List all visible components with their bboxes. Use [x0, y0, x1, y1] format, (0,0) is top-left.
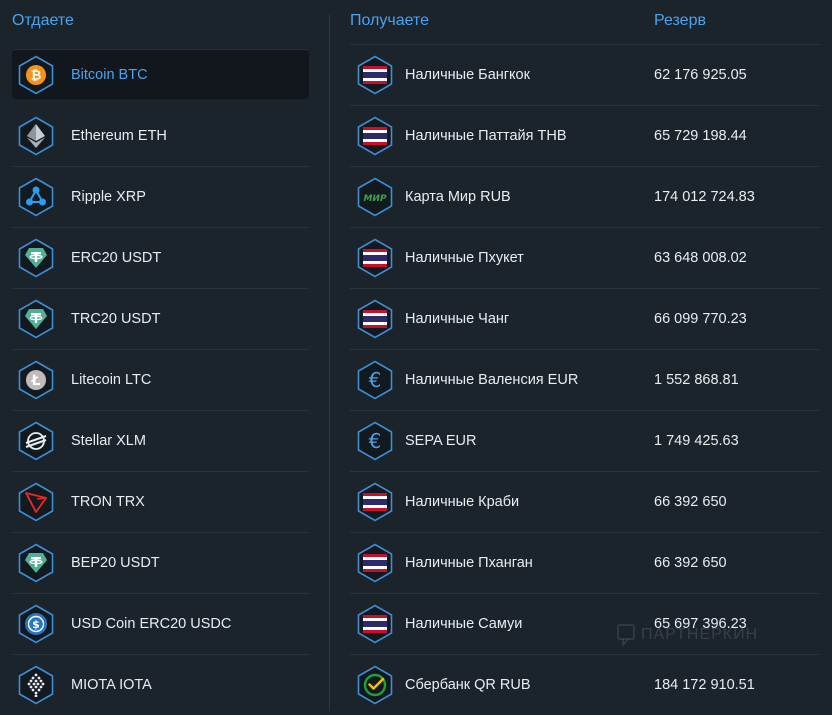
get-row[interactable]: € SEPA EUR 1 749 425.63 — [350, 410, 820, 471]
reserve-amount: 1 749 425.63 — [654, 433, 739, 449]
tether-icon — [16, 543, 56, 583]
give-row[interactable]: Ripple XRP — [12, 166, 309, 227]
bitcoin-icon: ₿ — [16, 55, 56, 95]
svg-text:₿: ₿ — [31, 68, 42, 83]
svg-text:€: € — [369, 369, 382, 391]
give-column: Отдаете ₿ Bitcoin BTC Ethereum ETH Ripple X… — [12, 0, 309, 715]
get-row[interactable]: МИР Карта Мир RUB 174 012 724.83 — [350, 166, 820, 227]
reserve-amount: 65 697 396.23 — [654, 616, 747, 632]
get-item-label: Наличные Пханган — [405, 555, 533, 571]
euro-icon: € — [355, 421, 395, 461]
give-item-label: Litecoin LTC — [71, 372, 152, 388]
give-row[interactable]: BEP20 USDT — [12, 532, 309, 593]
reserve-amount: 65 729 198.44 — [654, 128, 747, 144]
sberbank-icon — [355, 665, 395, 705]
give-item-label: MIOTA IOTA — [71, 677, 152, 693]
give-row[interactable]: $ USD Coin ERC20 USDC — [12, 593, 309, 654]
get-item-label: Сбербанк QR RUB — [405, 677, 531, 693]
get-item-label: Наличные Чанг — [405, 311, 510, 327]
iota-icon — [16, 665, 56, 705]
litecoin-icon: Ł — [16, 360, 56, 400]
tether-icon — [16, 299, 56, 339]
tron-icon — [16, 482, 56, 522]
get-item-label: Наличные Бангкок — [405, 67, 530, 83]
give-row[interactable]: Ethereum ETH — [12, 105, 309, 166]
give-item-label: TRON TRX — [71, 494, 145, 510]
get-header: Получаете — [350, 12, 430, 29]
reserve-amount: 66 099 770.23 — [654, 311, 747, 327]
get-row[interactable]: Наличные Краби 66 392 650 — [350, 471, 820, 532]
thai-flag-icon — [355, 299, 395, 339]
give-row[interactable]: ERC20 USDT — [12, 227, 309, 288]
reserve-amount: 66 392 650 — [654, 555, 727, 571]
give-row[interactable]: TRC20 USDT — [12, 288, 309, 349]
give-item-label: ERC20 USDT — [71, 250, 162, 266]
thai-flag-icon — [355, 55, 395, 95]
reserve-amount: 62 176 925.05 — [654, 67, 747, 83]
get-row[interactable]: Наличные Паттайя THB 65 729 198.44 — [350, 105, 820, 166]
get-item-label: Наличные Паттайя THB — [405, 128, 567, 144]
give-item-label: Ripple XRP — [71, 189, 146, 205]
give-item-label: TRC20 USDT — [71, 311, 161, 327]
get-row[interactable]: Наличные Пхукет 63 648 008.02 — [350, 227, 820, 288]
thai-flag-icon — [355, 116, 395, 156]
give-row[interactable]: Stellar XLM — [12, 410, 309, 471]
get-row[interactable]: € Наличные Валенсия EUR 1 552 868.81 — [350, 349, 820, 410]
get-row[interactable]: Наличные Самуи 65 697 396.23 — [350, 593, 820, 654]
reserve-amount: 184 172 910.51 — [654, 677, 755, 693]
give-row[interactable]: Ł Litecoin LTC — [12, 349, 309, 410]
get-header-row: Получаете Резерв — [350, 0, 820, 43]
get-item-label: Наличные Валенсия EUR — [405, 372, 579, 388]
give-row[interactable]: ₿ Bitcoin BTC — [12, 49, 309, 99]
give-row[interactable]: TRON TRX — [12, 471, 309, 532]
svg-text:€: € — [369, 430, 382, 452]
stellar-icon — [16, 421, 56, 461]
give-item-label: BEP20 USDT — [71, 555, 160, 571]
ripple-icon — [16, 177, 56, 217]
reserve-amount: 1 552 868.81 — [654, 372, 739, 388]
get-row[interactable]: Наличные Чанг 66 099 770.23 — [350, 288, 820, 349]
reserve-amount: 63 648 008.02 — [654, 250, 747, 266]
get-item-label: Наличные Пхукет — [405, 250, 524, 266]
tether-icon — [16, 238, 56, 278]
svg-text:$: $ — [32, 618, 40, 631]
get-item-label: Карта Мир RUB — [405, 189, 511, 205]
reserve-amount: 66 392 650 — [654, 494, 727, 510]
usdc-icon: $ — [16, 604, 56, 644]
give-item-label: USD Coin ERC20 USDC — [71, 616, 232, 632]
mir-card-icon: МИР — [355, 177, 395, 217]
give-row[interactable]: MIOTA IOTA — [12, 654, 309, 715]
get-item-label: Наличные Краби — [405, 494, 520, 510]
get-column: Получаете Резерв Наличные Бангкок 62 176 … — [350, 0, 820, 715]
reserve-amount: 174 012 724.83 — [654, 189, 755, 205]
get-row[interactable]: Наличные Бангкок 62 176 925.05 — [350, 44, 820, 105]
column-divider — [329, 14, 330, 711]
give-item-label: Stellar XLM — [71, 433, 146, 449]
thai-flag-icon — [355, 482, 395, 522]
svg-text:Ł: Ł — [31, 373, 41, 389]
get-row[interactable]: Сбербанк QR RUB 184 172 910.51 — [350, 654, 820, 715]
reserve-header: Резерв — [654, 12, 706, 29]
thai-flag-icon — [355, 238, 395, 278]
get-row[interactable]: Наличные Пханган 66 392 650 — [350, 532, 820, 593]
get-list: Наличные Бангкок 62 176 925.05 Наличные Па… — [350, 44, 820, 715]
get-item-label: Наличные Самуи — [405, 616, 523, 632]
give-list: ₿ Bitcoin BTC Ethereum ETH Ripple XRP ERC20 … — [12, 49, 309, 715]
mir-logo-text: МИР — [363, 194, 386, 203]
get-item-label: SEPA EUR — [405, 433, 477, 449]
thai-flag-icon — [355, 604, 395, 644]
give-item-label: Bitcoin BTC — [71, 66, 148, 83]
ethereum-icon — [16, 116, 56, 156]
give-header: Отдаете — [12, 12, 74, 29]
thai-flag-icon — [355, 543, 395, 583]
euro-icon: € — [355, 360, 395, 400]
give-item-label: Ethereum ETH — [71, 128, 167, 144]
